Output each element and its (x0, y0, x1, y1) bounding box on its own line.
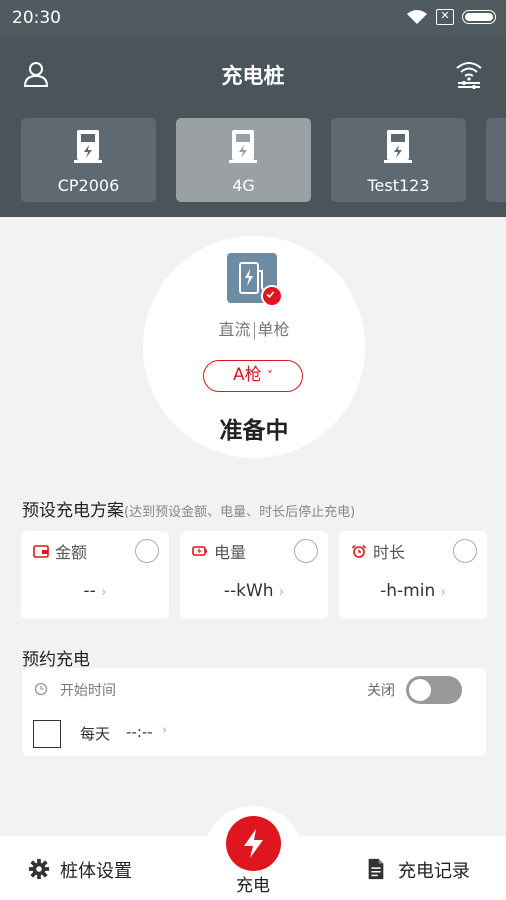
status-time: 20:30 (12, 8, 61, 28)
charging-pile-icon (74, 130, 102, 163)
plan-hint: (达到预设金额、电量、时长后停止充电) (124, 505, 356, 520)
gun-status-panel: 直流 单枪 A枪 ˅ 准备中 (143, 236, 365, 458)
chevron-right-icon: › (162, 723, 168, 738)
gun-type: 直流 单枪 (143, 316, 365, 340)
gear-icon (28, 858, 50, 880)
reserve-section-title: 预约充电 (22, 650, 90, 670)
pile-tabs: CP2006 4G Test123 (0, 118, 506, 204)
document-icon (368, 858, 384, 880)
daily-label: 每天 (80, 725, 111, 743)
plan-card-amount[interactable]: 金额 -- › (21, 531, 169, 619)
reserve-toggle[interactable] (406, 676, 462, 704)
pile-tab-4g[interactable]: 4G (176, 118, 311, 202)
plan-card-duration[interactable]: 时长 -h-min › (339, 531, 487, 619)
duration-value: -h-min (380, 581, 436, 601)
pile-settings-button[interactable]: 桩体设置 (28, 857, 132, 883)
wifi-settings-icon[interactable] (454, 58, 484, 90)
gun-status-text: 准备中 (219, 418, 289, 444)
charging-pile-icon (384, 130, 412, 163)
chevron-right-icon: › (440, 585, 446, 600)
charge-label: 充电 (236, 876, 270, 896)
pile-settings-label: 桩体设置 (60, 861, 132, 882)
wallet-icon (33, 545, 49, 558)
energy-value: --kWh (223, 581, 274, 601)
toggle-state-label: 关闭 (367, 683, 395, 699)
gun-type-single: 单枪 (257, 320, 290, 339)
toggle-knob (409, 679, 431, 701)
selected-check-icon (261, 285, 283, 307)
gun-select-dropdown[interactable]: A枪 ˅ (203, 360, 303, 392)
charge-records-button[interactable]: 充电记录 (366, 857, 470, 883)
chevron-down-icon: ˅ (267, 369, 274, 383)
reserve-card: 开始时间 关闭 每天 --:-- › (22, 668, 486, 756)
lightning-icon (244, 829, 263, 858)
charge-records-label: 充电记录 (398, 861, 470, 882)
charge-button[interactable] (226, 816, 281, 871)
wifi-signal-icon (407, 10, 427, 24)
status-bar: 20:30 ✕ (0, 0, 506, 36)
daily-checkbox[interactable] (33, 720, 61, 748)
page-title: 充电桩 (221, 64, 285, 88)
card-value: -h-min › (339, 581, 487, 601)
plan-title: 预设充电方案 (22, 501, 124, 521)
pile-tab-cp2006[interactable]: CP2006 (21, 118, 156, 202)
plan-card-energy[interactable]: 电量 --kWh › (180, 531, 328, 619)
check-circle-icon[interactable] (453, 539, 477, 563)
pile-tab-partial[interactable] (486, 118, 506, 202)
card-label: 时长 (373, 543, 406, 562)
type-separator (253, 321, 255, 340)
pile-tab-label: 4G (232, 176, 255, 195)
no-sim-icon: ✕ (436, 9, 454, 25)
chevron-right-icon: › (101, 585, 107, 600)
reserve-time-value[interactable]: --:-- (126, 723, 153, 741)
title-bar: 充电桩 (0, 52, 506, 98)
start-time-label: 开始时间 (60, 683, 116, 699)
status-icons: ✕ (406, 9, 496, 25)
pile-tab-test123[interactable]: Test123 (331, 118, 466, 202)
plan-section-title: 预设充电方案(达到预设金额、电量、时长后停止充电) (22, 496, 355, 521)
card-label: 电量 (214, 543, 247, 562)
chevron-right-icon: › (278, 585, 285, 600)
charging-pile-icon (229, 130, 257, 163)
pile-tab-label: CP2006 (57, 176, 120, 195)
clock-icon (34, 682, 48, 696)
check-circle-icon[interactable] (135, 539, 159, 563)
pile-tab-label: Test123 (367, 176, 430, 195)
card-value: --kWh › (180, 581, 328, 601)
battery-status-icon (462, 10, 496, 24)
gun-type-dc: 直流 (218, 320, 251, 339)
battery-icon (192, 546, 207, 556)
card-value: -- › (21, 581, 169, 601)
check-circle-icon[interactable] (294, 539, 318, 563)
alarm-icon (351, 544, 367, 558)
card-label: 金额 (55, 543, 88, 562)
gun-select-value: A枪 (232, 365, 262, 385)
amount-value: -- (83, 581, 96, 601)
